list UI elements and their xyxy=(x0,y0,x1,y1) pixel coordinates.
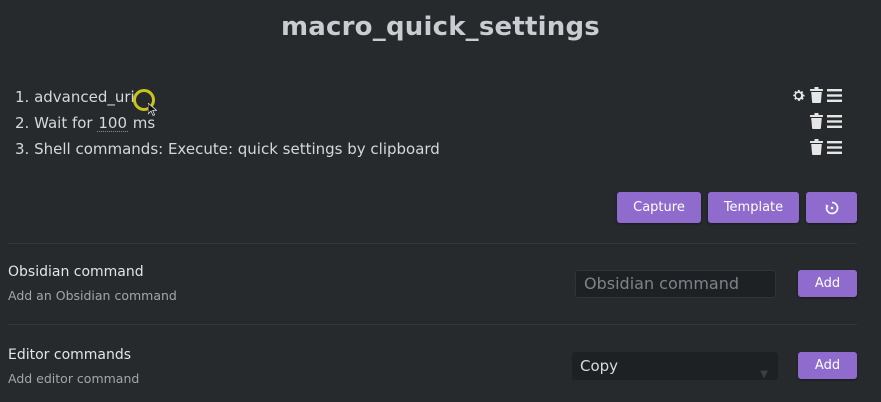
trash-icon[interactable] xyxy=(808,86,824,104)
section-divider xyxy=(8,243,857,244)
command-number: 1. xyxy=(15,88,30,106)
obsidian-command-description: Add an Obsidian command xyxy=(8,288,177,303)
command-number: 3. xyxy=(15,140,30,158)
obsidian-command-title: Obsidian command xyxy=(8,264,144,280)
editor-commands-title: Editor commands xyxy=(8,347,132,363)
editor-command-select[interactable]: Copy ▼ xyxy=(572,352,778,380)
chevron-down-icon: ▼ xyxy=(760,369,768,380)
add-editor-command-button[interactable]: Add xyxy=(798,352,857,379)
editor-command-selected: Copy xyxy=(580,357,619,375)
macro-title: macro_quick_settings xyxy=(281,12,600,42)
drag-handle-icon[interactable] xyxy=(826,86,842,104)
section-divider xyxy=(8,324,857,325)
command-label: Shell commands: Execute: quick settings … xyxy=(34,140,440,158)
drag-handle-icon[interactable] xyxy=(826,138,842,156)
editor-commands-description: Add editor command xyxy=(8,371,140,386)
trash-icon[interactable] xyxy=(808,138,824,156)
command-label-suffix: ms xyxy=(128,114,156,132)
command-item-2[interactable]: 2. Wait for 100 ms xyxy=(15,112,845,138)
obsidian-command-input[interactable]: Obsidian command xyxy=(575,270,776,298)
command-number: 2. xyxy=(15,114,30,132)
drag-handle-icon[interactable] xyxy=(826,112,842,130)
command-label: advanced_uri xyxy=(34,88,135,106)
command-label: Wait for xyxy=(34,114,98,132)
reset-button[interactable] xyxy=(806,192,857,223)
rotate-icon xyxy=(825,201,838,214)
wait-duration-input[interactable]: 100 xyxy=(97,115,129,132)
add-obsidian-command-button[interactable]: Add xyxy=(798,270,857,297)
template-button[interactable]: Template xyxy=(708,192,799,223)
capture-button[interactable]: Capture xyxy=(617,192,701,223)
command-item-3[interactable]: 3. Shell commands: Execute: quick settin… xyxy=(15,138,845,164)
mouse-pointer-icon xyxy=(148,103,157,116)
gear-icon[interactable] xyxy=(790,86,806,104)
trash-icon[interactable] xyxy=(808,112,824,130)
